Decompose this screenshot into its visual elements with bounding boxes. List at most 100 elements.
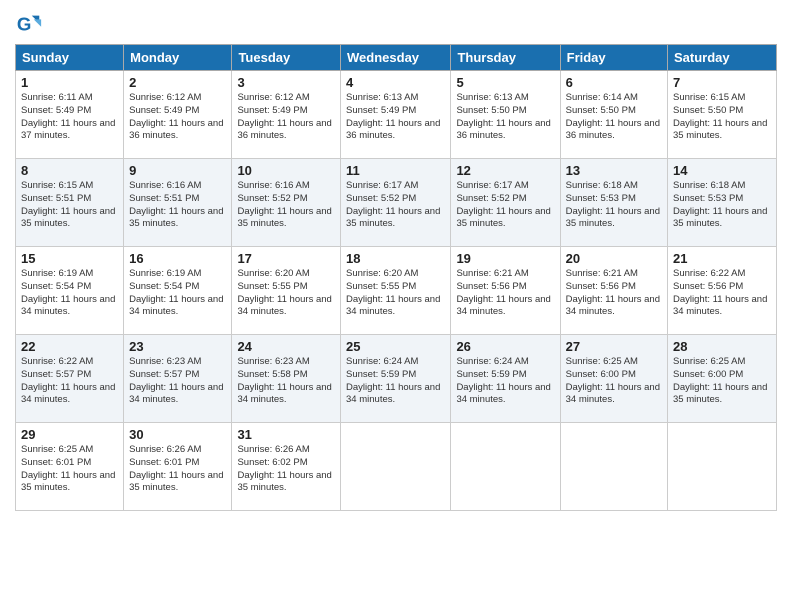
day-number: 1	[21, 75, 118, 90]
day-detail: Sunrise: 6:12 AMSunset: 5:49 PMDaylight:…	[237, 92, 331, 141]
day-detail: Sunrise: 6:17 AMSunset: 5:52 PMDaylight:…	[346, 180, 440, 229]
day-detail: Sunrise: 6:20 AMSunset: 5:55 PMDaylight:…	[237, 268, 331, 317]
logo: G	[15, 10, 47, 38]
day-cell: 29 Sunrise: 6:25 AMSunset: 6:01 PMDaylig…	[16, 423, 124, 511]
day-detail: Sunrise: 6:24 AMSunset: 5:59 PMDaylight:…	[456, 356, 550, 405]
day-number: 30	[129, 427, 226, 442]
day-cell: 25 Sunrise: 6:24 AMSunset: 5:59 PMDaylig…	[341, 335, 451, 423]
day-cell	[560, 423, 667, 511]
day-cell: 2 Sunrise: 6:12 AMSunset: 5:49 PMDayligh…	[124, 71, 232, 159]
day-detail: Sunrise: 6:16 AMSunset: 5:51 PMDaylight:…	[129, 180, 223, 229]
day-detail: Sunrise: 6:11 AMSunset: 5:49 PMDaylight:…	[21, 92, 115, 141]
weekday-wednesday: Wednesday	[341, 45, 451, 71]
day-detail: Sunrise: 6:25 AMSunset: 6:00 PMDaylight:…	[566, 356, 660, 405]
weekday-header-row: SundayMondayTuesdayWednesdayThursdayFrid…	[16, 45, 777, 71]
day-number: 23	[129, 339, 226, 354]
day-number: 24	[237, 339, 335, 354]
day-number: 31	[237, 427, 335, 442]
day-number: 16	[129, 251, 226, 266]
day-detail: Sunrise: 6:23 AMSunset: 5:58 PMDaylight:…	[237, 356, 331, 405]
day-number: 11	[346, 163, 445, 178]
day-detail: Sunrise: 6:25 AMSunset: 6:00 PMDaylight:…	[673, 356, 767, 405]
day-detail: Sunrise: 6:17 AMSunset: 5:52 PMDaylight:…	[456, 180, 550, 229]
weekday-friday: Friday	[560, 45, 667, 71]
svg-text:G: G	[17, 14, 32, 35]
header: G	[15, 10, 777, 38]
day-cell: 20 Sunrise: 6:21 AMSunset: 5:56 PMDaylig…	[560, 247, 667, 335]
day-cell: 5 Sunrise: 6:13 AMSunset: 5:50 PMDayligh…	[451, 71, 560, 159]
week-row-1: 1 Sunrise: 6:11 AMSunset: 5:49 PMDayligh…	[16, 71, 777, 159]
day-number: 14	[673, 163, 771, 178]
day-detail: Sunrise: 6:15 AMSunset: 5:50 PMDaylight:…	[673, 92, 767, 141]
day-number: 4	[346, 75, 445, 90]
day-cell: 30 Sunrise: 6:26 AMSunset: 6:01 PMDaylig…	[124, 423, 232, 511]
day-detail: Sunrise: 6:25 AMSunset: 6:01 PMDaylight:…	[21, 444, 115, 493]
day-cell: 24 Sunrise: 6:23 AMSunset: 5:58 PMDaylig…	[232, 335, 341, 423]
day-number: 19	[456, 251, 554, 266]
day-cell: 22 Sunrise: 6:22 AMSunset: 5:57 PMDaylig…	[16, 335, 124, 423]
day-detail: Sunrise: 6:16 AMSunset: 5:52 PMDaylight:…	[237, 180, 331, 229]
week-row-4: 22 Sunrise: 6:22 AMSunset: 5:57 PMDaylig…	[16, 335, 777, 423]
day-number: 17	[237, 251, 335, 266]
day-number: 29	[21, 427, 118, 442]
day-number: 10	[237, 163, 335, 178]
day-cell: 28 Sunrise: 6:25 AMSunset: 6:00 PMDaylig…	[668, 335, 777, 423]
day-cell: 15 Sunrise: 6:19 AMSunset: 5:54 PMDaylig…	[16, 247, 124, 335]
day-detail: Sunrise: 6:12 AMSunset: 5:49 PMDaylight:…	[129, 92, 223, 141]
week-row-2: 8 Sunrise: 6:15 AMSunset: 5:51 PMDayligh…	[16, 159, 777, 247]
weekday-thursday: Thursday	[451, 45, 560, 71]
day-cell	[668, 423, 777, 511]
day-cell: 17 Sunrise: 6:20 AMSunset: 5:55 PMDaylig…	[232, 247, 341, 335]
day-number: 26	[456, 339, 554, 354]
day-cell: 9 Sunrise: 6:16 AMSunset: 5:51 PMDayligh…	[124, 159, 232, 247]
weekday-saturday: Saturday	[668, 45, 777, 71]
week-row-3: 15 Sunrise: 6:19 AMSunset: 5:54 PMDaylig…	[16, 247, 777, 335]
day-detail: Sunrise: 6:20 AMSunset: 5:55 PMDaylight:…	[346, 268, 440, 317]
day-cell: 18 Sunrise: 6:20 AMSunset: 5:55 PMDaylig…	[341, 247, 451, 335]
day-cell: 16 Sunrise: 6:19 AMSunset: 5:54 PMDaylig…	[124, 247, 232, 335]
day-detail: Sunrise: 6:21 AMSunset: 5:56 PMDaylight:…	[456, 268, 550, 317]
day-cell: 6 Sunrise: 6:14 AMSunset: 5:50 PMDayligh…	[560, 71, 667, 159]
day-number: 18	[346, 251, 445, 266]
day-detail: Sunrise: 6:26 AMSunset: 6:01 PMDaylight:…	[129, 444, 223, 493]
day-detail: Sunrise: 6:18 AMSunset: 5:53 PMDaylight:…	[673, 180, 767, 229]
day-number: 12	[456, 163, 554, 178]
day-cell: 12 Sunrise: 6:17 AMSunset: 5:52 PMDaylig…	[451, 159, 560, 247]
day-cell: 26 Sunrise: 6:24 AMSunset: 5:59 PMDaylig…	[451, 335, 560, 423]
day-cell: 1 Sunrise: 6:11 AMSunset: 5:49 PMDayligh…	[16, 71, 124, 159]
day-detail: Sunrise: 6:21 AMSunset: 5:56 PMDaylight:…	[566, 268, 660, 317]
day-number: 7	[673, 75, 771, 90]
day-detail: Sunrise: 6:19 AMSunset: 5:54 PMDaylight:…	[129, 268, 223, 317]
day-detail: Sunrise: 6:13 AMSunset: 5:50 PMDaylight:…	[456, 92, 550, 141]
logo-icon: G	[15, 10, 43, 38]
day-number: 22	[21, 339, 118, 354]
day-number: 6	[566, 75, 662, 90]
day-cell: 8 Sunrise: 6:15 AMSunset: 5:51 PMDayligh…	[16, 159, 124, 247]
page: G SundayMondayTuesdayWednesdayThursdayFr…	[0, 0, 792, 521]
day-cell: 21 Sunrise: 6:22 AMSunset: 5:56 PMDaylig…	[668, 247, 777, 335]
day-detail: Sunrise: 6:18 AMSunset: 5:53 PMDaylight:…	[566, 180, 660, 229]
day-cell: 27 Sunrise: 6:25 AMSunset: 6:00 PMDaylig…	[560, 335, 667, 423]
day-number: 21	[673, 251, 771, 266]
day-number: 28	[673, 339, 771, 354]
day-cell: 13 Sunrise: 6:18 AMSunset: 5:53 PMDaylig…	[560, 159, 667, 247]
day-detail: Sunrise: 6:23 AMSunset: 5:57 PMDaylight:…	[129, 356, 223, 405]
day-detail: Sunrise: 6:14 AMSunset: 5:50 PMDaylight:…	[566, 92, 660, 141]
day-number: 2	[129, 75, 226, 90]
day-detail: Sunrise: 6:22 AMSunset: 5:56 PMDaylight:…	[673, 268, 767, 317]
day-detail: Sunrise: 6:22 AMSunset: 5:57 PMDaylight:…	[21, 356, 115, 405]
day-detail: Sunrise: 6:24 AMSunset: 5:59 PMDaylight:…	[346, 356, 440, 405]
day-number: 5	[456, 75, 554, 90]
weekday-sunday: Sunday	[16, 45, 124, 71]
day-detail: Sunrise: 6:13 AMSunset: 5:49 PMDaylight:…	[346, 92, 440, 141]
day-cell: 4 Sunrise: 6:13 AMSunset: 5:49 PMDayligh…	[341, 71, 451, 159]
day-cell: 3 Sunrise: 6:12 AMSunset: 5:49 PMDayligh…	[232, 71, 341, 159]
day-cell: 19 Sunrise: 6:21 AMSunset: 5:56 PMDaylig…	[451, 247, 560, 335]
day-cell	[451, 423, 560, 511]
day-cell: 7 Sunrise: 6:15 AMSunset: 5:50 PMDayligh…	[668, 71, 777, 159]
day-cell: 31 Sunrise: 6:26 AMSunset: 6:02 PMDaylig…	[232, 423, 341, 511]
day-cell: 11 Sunrise: 6:17 AMSunset: 5:52 PMDaylig…	[341, 159, 451, 247]
day-number: 25	[346, 339, 445, 354]
day-number: 9	[129, 163, 226, 178]
day-number: 27	[566, 339, 662, 354]
